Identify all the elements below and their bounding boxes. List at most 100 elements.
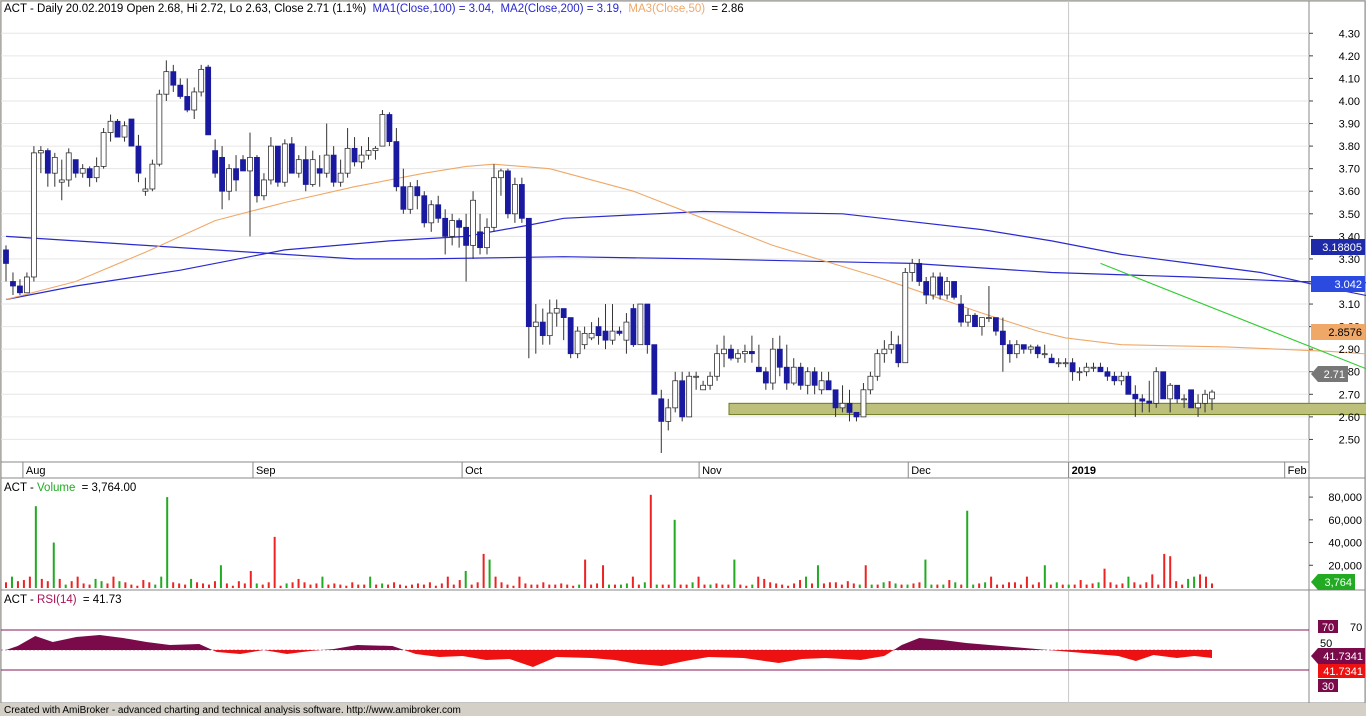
candle-body-down bbox=[421, 195, 428, 224]
candle-body-down bbox=[1160, 371, 1167, 400]
candle-body-down bbox=[1069, 362, 1076, 373]
volume-bar bbox=[1067, 584, 1070, 588]
volume-bar bbox=[667, 584, 670, 588]
candle-body-up bbox=[867, 375, 874, 391]
volume-bar bbox=[793, 583, 796, 588]
candle-body-down bbox=[219, 156, 226, 192]
candle-body-down bbox=[254, 156, 260, 197]
price-tick-label: 2.70 bbox=[1339, 389, 1360, 401]
volume-bar bbox=[960, 584, 963, 588]
volume-bar bbox=[1175, 581, 1178, 588]
rsi-header-value: = 41.73 bbox=[83, 594, 122, 606]
volume-bar bbox=[416, 583, 419, 588]
candle-body-up bbox=[37, 150, 44, 154]
volume-bar bbox=[864, 565, 867, 588]
volume-bar bbox=[106, 583, 109, 588]
volume-bar bbox=[357, 584, 360, 588]
volume-bar bbox=[1193, 576, 1196, 588]
volume-bar bbox=[88, 584, 91, 588]
volume-bar bbox=[1008, 582, 1011, 588]
candle bbox=[379, 110, 386, 147]
candle-body-down bbox=[205, 66, 212, 136]
volume-bar bbox=[1205, 576, 1208, 588]
volume-bar bbox=[369, 576, 372, 588]
volume-bar bbox=[70, 581, 73, 588]
candle bbox=[254, 155, 260, 203]
volume-bar bbox=[28, 576, 31, 588]
ma3-value: = 2.86 bbox=[711, 3, 743, 15]
volume-bar bbox=[261, 584, 264, 588]
candle-body-down bbox=[916, 263, 923, 282]
candle-body-up bbox=[860, 389, 867, 418]
volume-bar bbox=[148, 582, 151, 588]
candle-body-up bbox=[344, 147, 351, 174]
volume-bar bbox=[703, 584, 706, 588]
candle-body-down bbox=[386, 114, 393, 142]
rsi-header-label: RSI(14) bbox=[37, 594, 77, 606]
volume-bar bbox=[834, 582, 837, 588]
volume-bar bbox=[291, 582, 294, 588]
volume-bar bbox=[136, 585, 139, 588]
volume-bar bbox=[464, 570, 467, 588]
volume-bar bbox=[506, 584, 509, 588]
volume-bar bbox=[918, 582, 921, 588]
volume-bar bbox=[154, 584, 157, 588]
volume-bar bbox=[888, 581, 891, 588]
candle-body-up bbox=[1090, 366, 1097, 369]
candle bbox=[902, 267, 909, 364]
candle bbox=[281, 139, 288, 187]
price-tick-label: 2.50 bbox=[1339, 434, 1360, 446]
volume-bar bbox=[1061, 584, 1064, 588]
volume-bar bbox=[990, 576, 993, 588]
candle bbox=[149, 159, 156, 192]
volume-bar bbox=[381, 583, 384, 588]
volume-tick-label: 20,000 bbox=[1328, 560, 1362, 572]
volume-bar bbox=[190, 578, 193, 588]
candle bbox=[505, 168, 511, 219]
volume-bar bbox=[16, 581, 19, 588]
candle-body-up bbox=[707, 375, 713, 386]
candle-body-down bbox=[86, 168, 93, 179]
volume-bar bbox=[1049, 584, 1052, 588]
footer-credit: Created with AmiBroker - advanced charti… bbox=[4, 705, 461, 716]
volume-bar bbox=[1025, 576, 1028, 588]
volume-bar bbox=[524, 583, 527, 588]
volume-bar bbox=[303, 582, 306, 588]
candle-body-up bbox=[156, 93, 163, 165]
volume-bar bbox=[578, 584, 581, 588]
price-tick-label: 4.20 bbox=[1339, 51, 1360, 63]
candle-body-down bbox=[1139, 398, 1146, 402]
candle-body-up bbox=[637, 303, 644, 346]
volume-bar bbox=[936, 584, 939, 588]
candle-body-down bbox=[1111, 375, 1118, 382]
candle-body-up bbox=[484, 226, 490, 249]
volume-bar bbox=[124, 582, 127, 588]
volume-bar bbox=[697, 576, 700, 588]
volume-bar bbox=[596, 583, 599, 588]
candle-body-up bbox=[965, 314, 971, 323]
volume-bar bbox=[715, 583, 718, 588]
volume-bar bbox=[1031, 584, 1034, 588]
volume-bar bbox=[691, 582, 694, 588]
rsi-level-70-tick: 70 bbox=[1350, 622, 1362, 634]
volume-bar bbox=[512, 585, 515, 588]
price-tick-label: 4.10 bbox=[1339, 73, 1360, 85]
candle-body-down bbox=[832, 389, 839, 409]
candle bbox=[100, 128, 107, 169]
candle-body-up bbox=[818, 380, 825, 391]
candle-body-up bbox=[309, 159, 316, 185]
candle-body-up bbox=[588, 332, 595, 339]
volume-bar bbox=[840, 584, 843, 588]
volume-bar bbox=[846, 581, 849, 588]
volume-header-prefix: ACT - bbox=[4, 482, 37, 494]
volume-bar bbox=[739, 584, 742, 588]
volume-bar bbox=[805, 576, 808, 588]
candle-body-down bbox=[477, 231, 483, 249]
volume-bar bbox=[434, 585, 437, 588]
volume-bar bbox=[1151, 574, 1154, 588]
candle-body-down bbox=[762, 371, 769, 384]
volume-bar bbox=[213, 581, 216, 588]
volume-bar bbox=[613, 584, 616, 588]
candle-body-up bbox=[686, 375, 693, 418]
volume-bar bbox=[924, 559, 927, 588]
